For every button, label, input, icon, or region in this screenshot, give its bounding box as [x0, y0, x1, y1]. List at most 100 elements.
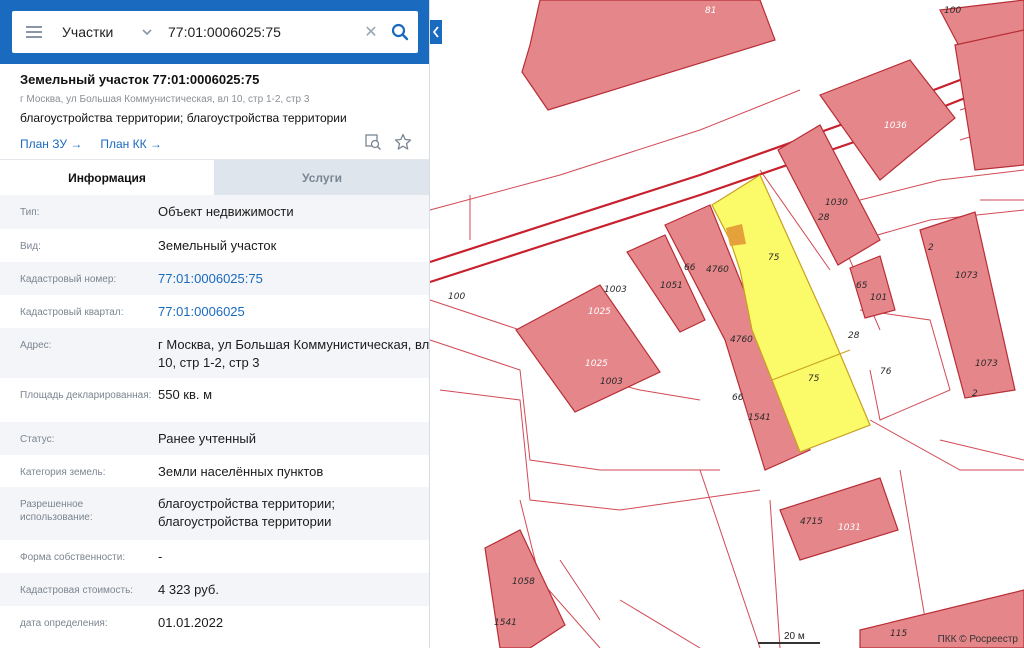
tab-bar: Информация Услуги [0, 159, 429, 196]
label-28b: 28 [848, 331, 860, 341]
prop-key: Кадастровая стоимость: [20, 585, 134, 596]
app-root: 81 100 1036 1030 28 2 1073 1073 2 75 75 … [0, 0, 1024, 648]
label-4760a: 4760 [706, 265, 729, 275]
tab-information[interactable]: Информация [0, 160, 214, 196]
prop-key: Кадастровый номер: [20, 274, 117, 285]
plan-kk-link[interactable]: План КК → [100, 137, 162, 151]
label-1003a: 1003 [604, 285, 627, 295]
prop-key: Кадастровый квартал: [20, 307, 124, 318]
building-81[interactable] [521, 0, 776, 111]
label-1073a: 1073 [955, 271, 978, 281]
prop-row-cadastral-value: Кадастровая стоимость: 4 323 руб. [0, 573, 429, 606]
prop-value: 550 кв. м [158, 387, 213, 402]
search-box: Участки ✕ [12, 11, 418, 53]
label-2a: 2 [928, 243, 934, 253]
object-header: Земельный участок 77:01:0006025:75 г Мос… [0, 64, 429, 158]
building-1073[interactable] [919, 211, 1016, 399]
search-icon[interactable] [382, 11, 418, 53]
label-76: 76 [880, 367, 892, 377]
label-81: 81 [705, 6, 716, 16]
prop-key: Вид: [20, 241, 41, 252]
building-1036[interactable] [819, 59, 956, 181]
zoom-to-object-icon[interactable] [364, 133, 382, 151]
cadastral-quarter-link[interactable]: 77:01:0006025 [158, 295, 429, 328]
object-actions [364, 133, 412, 151]
prop-row-valuation-date: дата определения: 01.01.2022 [0, 606, 429, 640]
prop-value: Ранее учтенный [158, 431, 256, 446]
prop-value: 4 323 руб. [158, 582, 219, 597]
prop-key: Категория земель: [20, 467, 106, 478]
label-1025b: 1025 [585, 359, 608, 369]
label-1073b: 1073 [975, 359, 998, 369]
prop-row-land-category: Категория земель: Земли населённых пункт… [0, 455, 429, 487]
search-type-label: Участки [62, 24, 114, 40]
label-4760b: 4760 [730, 335, 753, 345]
object-links: План ЗУ → План КК → [20, 135, 410, 153]
map-scale: 20 м [758, 631, 820, 648]
chevron-down-icon [142, 29, 152, 36]
prop-row-area: Площадь декларированная: 550 кв. м [0, 378, 429, 422]
search-bar: Участки ✕ [0, 0, 429, 64]
prop-key: Тип: [20, 207, 40, 218]
label-66b: 66 [732, 393, 744, 403]
label-1003b: 1003 [600, 377, 623, 387]
prop-value: благоустройства территории; благоустройс… [158, 496, 335, 529]
prop-row-permitted-use: Разрешенное использование: благоустройст… [0, 487, 429, 540]
prop-key: Адрес: [20, 340, 52, 351]
prop-value: Объект недвижимости [158, 204, 294, 219]
hamburger-menu-icon[interactable] [12, 11, 56, 53]
label-1051: 1051 [660, 281, 683, 291]
prop-value: Земли населённых пунктов [158, 464, 324, 479]
collapse-panel-button[interactable] [430, 20, 442, 44]
prop-row-status: Статус: Ранее учтенный [0, 422, 429, 455]
label-65: 65 [856, 281, 868, 291]
label-101: 101 [870, 293, 887, 303]
prop-value: 01.01.2022 [158, 615, 224, 630]
label-100a: 100 [944, 6, 961, 16]
tab-services[interactable]: Услуги [214, 160, 429, 196]
label-75a: 75 [768, 253, 780, 263]
prop-value: - [158, 549, 163, 564]
label-100b: 100 [448, 292, 465, 302]
map-copyright: ПКК © Росреестр [937, 634, 1018, 645]
object-title: Земельный участок 77:01:0006025:75 [20, 72, 260, 87]
prop-row-type: Тип: Объект недвижимости [0, 195, 429, 229]
prop-row-cadastral-quarter: Кадастровый квартал: 77:01:0006025 [0, 295, 429, 328]
label-75b: 75 [808, 374, 820, 384]
label-1541b: 1541 [494, 618, 517, 628]
clear-icon[interactable]: ✕ [360, 11, 382, 53]
label-1025a: 1025 [588, 307, 611, 317]
building-right-edge[interactable] [954, 29, 1024, 171]
object-usage: благоустройства территории; благоустройс… [20, 111, 347, 125]
search-input[interactable] [162, 11, 360, 53]
label-1030: 1030 [825, 198, 848, 208]
prop-key: Площадь декларированная: [20, 390, 152, 401]
scale-bar [758, 642, 820, 644]
info-panel: Участки ✕ Земельный участок 77:01:000602… [0, 0, 430, 648]
label-4715: 4715 [800, 517, 823, 527]
prop-value: г Москва, ул Большая Коммунистическая, в… [158, 337, 430, 370]
label-1058: 1058 [512, 577, 535, 587]
cadastral-number-link[interactable]: 77:01:0006025:75 [158, 262, 429, 295]
plan-zu-link[interactable]: План ЗУ → [20, 137, 82, 151]
search-type-select[interactable]: Участки [56, 11, 162, 53]
building-4715[interactable] [779, 477, 899, 561]
label-1541: 1541 [748, 413, 771, 423]
label-115: 115 [890, 629, 907, 639]
prop-row-address: Адрес: г Москва, ул Большая Коммунистиче… [0, 328, 430, 378]
label-28a: 28 [818, 213, 830, 223]
prop-row-cadastral-number: Кадастровый номер: 77:01:0006025:75 [0, 262, 429, 295]
prop-key: Форма собственности: [20, 552, 126, 563]
prop-key: Статус: [20, 434, 55, 445]
prop-row-ownership: Форма собственности: - [0, 540, 429, 573]
properties-table: Тип: Объект недвижимости Вид: Земельный … [0, 195, 430, 640]
prop-value: Земельный участок [158, 238, 277, 253]
label-2b: 2 [972, 389, 978, 399]
label-66a: 66 [684, 263, 696, 273]
building-1058[interactable] [484, 529, 566, 648]
prop-row-kind: Вид: Земельный участок [0, 229, 429, 262]
building-1025[interactable] [515, 284, 661, 413]
star-favorite-icon[interactable] [394, 133, 412, 151]
object-address: г Москва, ул Большая Коммунистическая, в… [20, 94, 310, 105]
prop-key: Разрешенное использование: [20, 499, 93, 523]
